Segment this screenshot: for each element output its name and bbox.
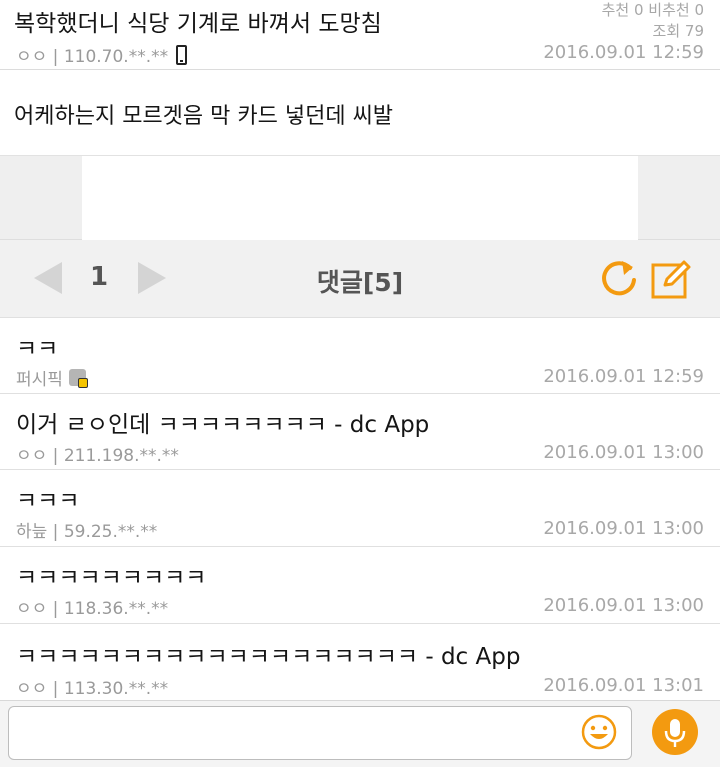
post-author-label: ㅇㅇ | 110.70.**.** [16,47,169,67]
comment-item: 이거 ㄹㅇ인데 ㅋㅋㅋㅋㅋㅋㅋㅋ - dc App ㅇㅇ | 211.198.*… [0,394,720,470]
comment-date: 2016.09.01 13:00 [543,442,704,463]
post-author: ㅇㅇ | 110.70.**.** [16,42,188,67]
post-stats: 추천 0 비추천 0 조회 79 [602,0,704,42]
ad-area [0,156,720,240]
microphone-icon [664,719,686,747]
comment-author: ㅇㅇ | 118.36.**.** [16,599,169,619]
comment-text: ㅋㅋㅋ [16,488,80,514]
comment-list: ㅋㅋ 퍼시픽 2016.09.01 12:59 이거 ㄹㅇ인데 ㅋㅋㅋㅋㅋㅋㅋㅋ… [0,318,720,700]
view-count: 조회 79 [652,22,704,40]
post-date: 2016.09.01 12:59 [543,42,704,63]
comment-date: 2016.09.01 13:00 [543,518,704,539]
comment-author: ㅇㅇ | 113.30.**.** [16,679,169,699]
comment-author-label: 퍼시픽 [16,370,63,390]
comment-input-bar [0,700,720,767]
comment-date: 2016.09.01 13:00 [543,595,704,616]
comment-date: 2016.09.01 12:59 [543,366,704,387]
post-body-text: 어케하는지 모르겟음 막 카드 넣던데 씨발 [14,104,394,129]
comment-author: 퍼시픽 [16,365,88,390]
comment-author: 하늪 | 59.25.**.** [16,522,158,542]
ad-banner[interactable] [82,156,638,240]
emoji-icon[interactable] [580,713,618,755]
comment-author: ㅇㅇ | 211.198.**.** [16,446,179,466]
comment-text: 이거 ㄹㅇ인데 ㅋㅋㅋㅋㅋㅋㅋㅋ - dc App [16,412,430,438]
refresh-icon[interactable] [600,258,640,304]
gallery-badge-icon [68,369,88,388]
comment-input[interactable] [8,706,632,760]
comment-text: ㅋㅋ [16,336,59,362]
post-title: 복학했더니 식당 기계로 바껴서 도망침 [14,11,382,37]
write-comment-icon[interactable] [650,258,692,304]
post-body: 어케하는지 모르겟음 막 카드 넣던데 씨발 [0,70,720,156]
comment-item: ㅋㅋ 퍼시픽 2016.09.01 12:59 [0,318,720,394]
comment-item: ㅋㅋㅋㅋㅋㅋㅋㅋㅋㅋㅋㅋㅋㅋㅋㅋㅋㅋㅋ - dc App ㅇㅇ | 113.30… [0,624,720,700]
comment-text: ㅋㅋㅋㅋㅋㅋㅋㅋㅋㅋㅋㅋㅋㅋㅋㅋㅋㅋㅋ - dc App [16,644,521,670]
microphone-button[interactable] [652,709,698,755]
post-header: 복학했더니 식당 기계로 바껴서 도망침 추천 0 비추천 0 조회 79 ㅇㅇ… [0,0,720,70]
mobile-phone-icon [176,44,188,65]
comment-date: 2016.09.01 13:01 [543,675,704,696]
comment-item: ㅋㅋㅋ 하늪 | 59.25.**.** 2016.09.01 13:00 [0,470,720,547]
comment-item: ㅋㅋㅋㅋㅋㅋㅋㅋㅋ ㅇㅇ | 118.36.**.** 2016.09.01 1… [0,547,720,624]
recommend-count: 추천 0 비추천 0 [601,1,704,19]
comment-text: ㅋㅋㅋㅋㅋㅋㅋㅋㅋ [16,565,207,591]
